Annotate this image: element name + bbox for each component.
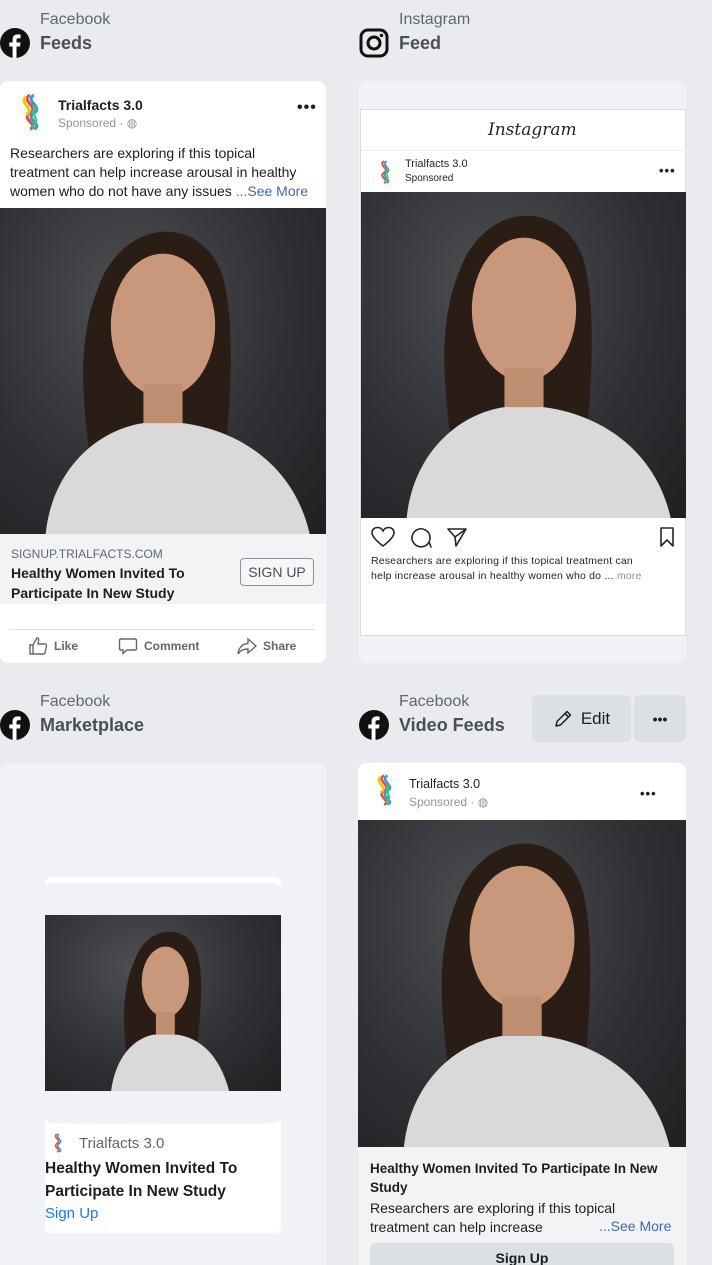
section-header-ig-feed: Instagram Feed	[359, 10, 470, 58]
headline-line: Healthy Women Invited To	[45, 1160, 238, 1177]
ad-image	[0, 208, 326, 534]
share-label: Share	[263, 639, 297, 653]
primary-text-line: Researchers are exploring if this topica…	[10, 145, 256, 161]
send-icon[interactable]	[446, 526, 468, 548]
sign-up-button[interactable]: SIGN UP	[240, 558, 314, 586]
platform-label: Facebook	[399, 693, 470, 710]
share-button[interactable]: Share	[237, 637, 296, 655]
facebook-icon	[359, 710, 389, 740]
platform-label: Facebook	[40, 11, 111, 28]
portrait-image	[111, 931, 230, 1091]
text-line: treatment can help increase	[370, 1219, 543, 1235]
comment-button[interactable]: Comment	[118, 637, 199, 655]
link-description-bar[interactable]: SIGNUP.TRIALFACTS.COM Healthy Women Invi…	[0, 534, 326, 604]
see-more-link[interactable]: ...See More	[236, 183, 308, 199]
advertiser-name[interactable]: Trialfacts 3.0	[409, 777, 480, 791]
facebook-icon	[0, 710, 30, 740]
headline-line: Study	[370, 1180, 408, 1195]
globe-icon: ◍	[477, 795, 489, 809]
video-text: Researchers are exploring if this topica…	[370, 1199, 615, 1237]
platform-label: Instagram	[399, 11, 471, 28]
trialfacts-logo-icon	[22, 93, 39, 131]
listing-headline: Healthy Women Invited To Participate In …	[45, 1157, 237, 1203]
primary-text-line: treatment can help increase arousal in h…	[10, 164, 297, 180]
section-header-fb-video-feeds: Facebook Video Feeds	[359, 692, 505, 740]
facebook-icon	[0, 28, 30, 58]
headline-line: Participate In New Study	[11, 585, 175, 601]
sponsored-label: Sponsored · ◍	[409, 795, 488, 809]
primary-text-line: women who do not have any issues	[10, 183, 232, 199]
more-options-button[interactable]: •••	[634, 695, 686, 742]
headline-line: Healthy Women Invited To	[11, 565, 185, 581]
headline-line: Participate In New Study	[45, 1183, 226, 1200]
ig-phone-frame: Instagram Trialfacts 3.0 Sponsored ••• R…	[360, 109, 686, 636]
placement-label: Feeds	[40, 33, 93, 53]
fb-feed-preview-card: Trialfacts 3.0 Sponsored · ◍ ••• Researc…	[0, 81, 326, 663]
advertiser-name[interactable]: Trialfacts 3.0	[58, 97, 143, 113]
sign-up-link[interactable]: Sign Up	[45, 1205, 98, 1222]
edit-label: Edit	[580, 708, 611, 728]
headline-line: Healthy Women Invited To Participate In …	[370, 1161, 658, 1176]
sponsored-text: Sponsored ·	[58, 116, 127, 130]
like-button[interactable]: Like	[28, 637, 78, 655]
ad-image	[45, 915, 281, 1091]
placement-label: Video Feeds	[399, 715, 505, 735]
sign-up-button[interactable]: Sign Up	[370, 1243, 674, 1265]
comment-icon[interactable]	[410, 526, 432, 548]
more-options-icon[interactable]: •••	[640, 786, 657, 801]
fb-marketplace-preview-card: Trialfacts 3.0 Healthy Women Invited To …	[0, 763, 326, 1265]
fb-video-feed-preview-card: Trialfacts 3.0 Sponsored · ◍ ••• Healthy…	[358, 763, 686, 1265]
bookmark-icon[interactable]	[659, 526, 675, 548]
text-line: Researchers are exploring if this topica…	[370, 1200, 616, 1216]
like-label: Like	[54, 639, 79, 653]
marketplace-image-frame	[45, 883, 281, 1123]
video-headline: Healthy Women Invited To Participate In …	[370, 1159, 658, 1197]
ig-caption: Researchers are exploring if this topica…	[371, 554, 642, 584]
video-cta-panel: Healthy Women Invited To Participate In …	[358, 1147, 686, 1265]
advertiser-name[interactable]: Trialfacts 3.0	[405, 158, 468, 170]
heart-icon[interactable]	[371, 526, 395, 548]
share-icon	[237, 637, 257, 655]
placement-label: Marketplace	[40, 715, 145, 735]
see-more-link[interactable]: ...See More	[599, 1218, 671, 1234]
edit-button[interactable]: Edit	[532, 695, 631, 742]
advertiser-name: Trialfacts 3.0	[79, 1135, 165, 1152]
ig-feed-preview-card: Instagram Trialfacts 3.0 Sponsored ••• R…	[358, 81, 686, 663]
ad-image	[361, 192, 686, 518]
link-headline: Healthy Women Invited To Participate In …	[11, 563, 185, 603]
portrait-image	[403, 843, 670, 1147]
section-header-fb-marketplace: Facebook Marketplace	[0, 692, 144, 740]
marketplace-listing[interactable]: Trialfacts 3.0 Healthy Women Invited To …	[45, 877, 281, 1233]
instagram-icon	[359, 28, 389, 58]
portrait-image	[406, 215, 671, 518]
more-options-icon[interactable]: •••	[659, 163, 676, 178]
more-options-icon[interactable]: •••	[297, 99, 317, 117]
trialfacts-logo-icon	[381, 160, 390, 184]
comment-label: Comment	[144, 639, 200, 653]
trialfacts-logo-icon	[54, 1133, 62, 1153]
trialfacts-logo-icon	[377, 774, 392, 806]
comment-icon	[118, 638, 138, 655]
thumbs-up-icon	[29, 637, 48, 655]
sponsored-text: Sponsored ·	[409, 795, 478, 809]
portrait-image	[45, 231, 310, 534]
divider	[10, 629, 315, 630]
divider	[361, 150, 686, 151]
more-link[interactable]: more	[617, 570, 642, 582]
caption-line: Researchers are exploring if this topica…	[371, 555, 633, 567]
instagram-wordmark: Instagram	[488, 120, 577, 140]
sponsored-label: Sponsored	[405, 173, 454, 184]
primary-text: Researchers are exploring if this topica…	[10, 144, 320, 201]
platform-label: Facebook	[40, 693, 111, 710]
pencil-icon	[555, 710, 572, 727]
caption-line: help increase arousal in healthy women w…	[371, 570, 614, 582]
link-domain: SIGNUP.TRIALFACTS.COM	[11, 547, 163, 561]
section-header-fb-feeds: Facebook Feeds	[0, 10, 110, 58]
placement-label: Feed	[399, 33, 442, 53]
ad-video[interactable]	[358, 820, 686, 1147]
sponsored-label: Sponsored · ◍	[58, 116, 137, 130]
globe-icon: ◍	[126, 116, 138, 130]
